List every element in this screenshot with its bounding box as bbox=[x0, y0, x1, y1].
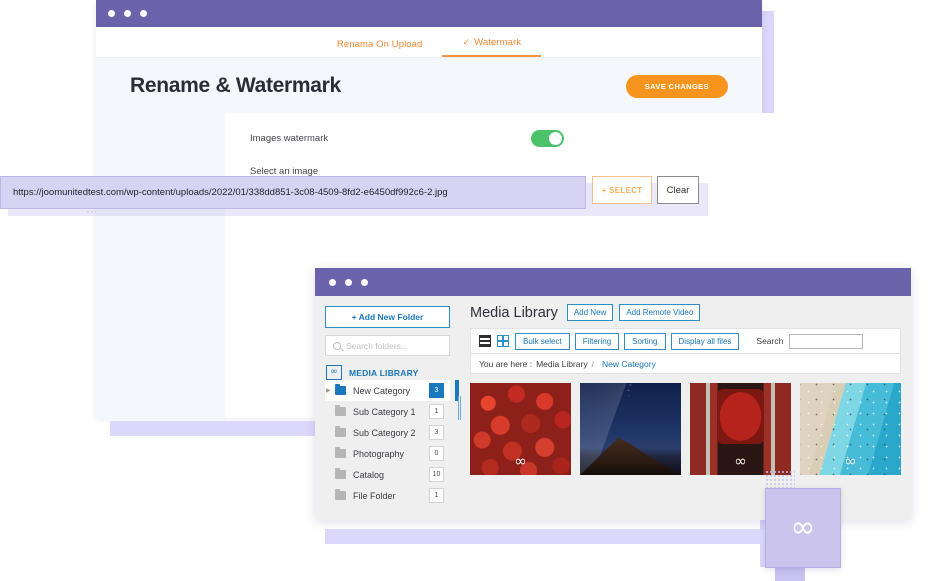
tab-bar: Renama On Upload ✓ Watermark bbox=[96, 27, 762, 58]
folder-count: 1 bbox=[429, 404, 444, 419]
window-titlebar bbox=[96, 0, 762, 27]
folder-icon bbox=[335, 404, 346, 416]
thumbnail-temple[interactable]: ∞ bbox=[690, 383, 791, 475]
bulk-select-button[interactable]: Bulk select bbox=[515, 332, 570, 350]
joomunited-logo-glyph: ∞ bbox=[330, 367, 338, 377]
images-watermark-row: Images watermark bbox=[250, 130, 804, 147]
tab-watermark-label: Watermark bbox=[474, 37, 522, 48]
folder-row-new-category[interactable]: ▶ New Category 3 bbox=[325, 380, 459, 401]
media-window-body: + Add New Folder Search folders... ∞ MED… bbox=[315, 296, 911, 520]
images-watermark-toggle[interactable] bbox=[531, 130, 565, 147]
folder-count: 3 bbox=[429, 383, 444, 398]
media-library-window: + Add New Folder Search folders... ∞ MED… bbox=[315, 268, 911, 520]
tab-rename-on-upload-label: Renama On Upload bbox=[336, 39, 423, 50]
thumbnail-beach[interactable]: ∞ bbox=[800, 383, 901, 475]
clear-image-button[interactable]: Clear bbox=[657, 176, 699, 204]
folder-icon bbox=[335, 383, 346, 395]
add-remote-video-button[interactable]: Add Remote Video bbox=[619, 304, 701, 321]
thumbnail-star-trails[interactable]: ∞ bbox=[580, 383, 681, 475]
folder-name: Sub Category 2 bbox=[353, 427, 416, 438]
sorting-button[interactable]: Sorting bbox=[624, 332, 666, 350]
folder-list: ▶ New Category 3 Sub Category 1 1 Sub Ca… bbox=[325, 380, 459, 506]
tab-watermark[interactable]: ✓ Watermark bbox=[442, 37, 542, 57]
window-dot-red[interactable] bbox=[108, 10, 115, 17]
list-view-icon[interactable] bbox=[479, 335, 491, 347]
search-folders-placeholder: Search folders... bbox=[346, 340, 408, 351]
media-library-root-label: MEDIA LIBRARY bbox=[349, 367, 419, 378]
watermark-logo-icon: ∞ bbox=[790, 510, 816, 545]
folder-icon bbox=[335, 467, 346, 479]
media-library-sidebar: + Add New Folder Search folders... ∞ MED… bbox=[315, 296, 459, 520]
breadcrumb-separator: / bbox=[591, 358, 594, 369]
window-dot-green[interactable] bbox=[140, 10, 147, 17]
search-folders-input[interactable]: Search folders... bbox=[325, 335, 450, 356]
breadcrumb: You are here : Media Library / New Categ… bbox=[470, 354, 901, 374]
media-library-root-row[interactable]: ∞ MEDIA LIBRARY bbox=[325, 365, 450, 380]
folder-name: Photography bbox=[353, 448, 405, 459]
media-search-input[interactable] bbox=[789, 333, 864, 349]
media-library-header: Media Library Add New Add Remote Video bbox=[470, 304, 901, 321]
folder-icon bbox=[335, 488, 346, 500]
tab-rename-on-upload[interactable]: Renama On Upload bbox=[317, 39, 443, 57]
save-changes-button[interactable]: SAVE CHANGES bbox=[625, 74, 728, 98]
add-new-folder-button[interactable]: + Add New Folder bbox=[325, 306, 450, 328]
folder-name: Catalog bbox=[353, 469, 385, 480]
joomunited-logo-icon: ∞ bbox=[326, 365, 342, 380]
media-library-toolbar: Bulk select Filtering Sorting Display al… bbox=[470, 328, 901, 354]
media-library-main: Media Library Add New Add Remote Video B… bbox=[462, 296, 911, 520]
breadcrumb-root[interactable]: Media Library bbox=[536, 359, 588, 369]
watermark-preview-tile: ∞ bbox=[765, 488, 841, 568]
grid-view-icon[interactable] bbox=[497, 335, 509, 347]
folder-row-file-folder[interactable]: File Folder 1 bbox=[325, 485, 450, 506]
select-image-button[interactable]: + SELECT bbox=[592, 176, 652, 204]
folder-count: 0 bbox=[429, 446, 444, 461]
media-window-dot-red[interactable] bbox=[329, 278, 336, 286]
media-library-heading: Media Library bbox=[470, 304, 558, 321]
folder-count: 3 bbox=[429, 425, 444, 440]
breadcrumb-prefix: You are here : bbox=[479, 358, 533, 369]
display-all-files-button[interactable]: Display all files bbox=[670, 332, 740, 350]
resize-grip-icon bbox=[458, 396, 462, 420]
check-icon: ✓ bbox=[462, 37, 471, 47]
page-header: Rename & Watermark SAVE CHANGES bbox=[96, 58, 762, 98]
filtering-button[interactable]: Filtering bbox=[574, 332, 620, 350]
folder-icon bbox=[335, 425, 346, 437]
media-window-titlebar bbox=[315, 268, 911, 296]
watermark-image-url-input[interactable]: https://joomunitedtest.com/wp-content/up… bbox=[0, 176, 586, 209]
thumbnail-grid: ∞ ∞ ∞ ∞ bbox=[470, 383, 901, 475]
page-title: Rename & Watermark bbox=[130, 74, 341, 97]
folder-icon bbox=[335, 446, 346, 458]
search-icon bbox=[333, 341, 341, 350]
folder-name: New Category bbox=[353, 385, 411, 396]
watermark-logo-icon: ∞ bbox=[624, 452, 637, 470]
media-window-dot-yellow[interactable] bbox=[345, 278, 352, 286]
chevron-right-icon[interactable]: ▶ bbox=[326, 387, 331, 394]
watermark-logo-icon: ∞ bbox=[844, 452, 857, 470]
folder-count: 10 bbox=[429, 467, 444, 482]
decor-lavender-bar-bottom bbox=[325, 529, 805, 544]
add-new-button[interactable]: Add New bbox=[566, 304, 614, 321]
folder-name: File Folder bbox=[353, 490, 396, 501]
search-label: Search bbox=[756, 336, 784, 346]
watermark-logo-icon: ∞ bbox=[734, 452, 747, 470]
media-window-dot-green[interactable] bbox=[361, 278, 368, 286]
watermark-logo-icon: ∞ bbox=[514, 452, 527, 470]
folder-name: Sub Category 1 bbox=[353, 406, 416, 417]
folder-row-sub-category-1[interactable]: Sub Category 1 1 bbox=[325, 401, 450, 422]
folder-row-photography[interactable]: Photography 0 bbox=[325, 443, 450, 464]
window-dot-yellow[interactable] bbox=[124, 10, 131, 17]
folder-row-catalog[interactable]: Catalog 10 bbox=[325, 464, 450, 485]
images-watermark-label: Images watermark bbox=[250, 133, 329, 144]
breadcrumb-current[interactable]: New Category bbox=[602, 359, 656, 369]
folder-row-sub-category-2[interactable]: Sub Category 2 3 bbox=[325, 422, 450, 443]
thumbnail-apples[interactable]: ∞ bbox=[470, 383, 571, 475]
folder-count: 1 bbox=[429, 488, 444, 503]
